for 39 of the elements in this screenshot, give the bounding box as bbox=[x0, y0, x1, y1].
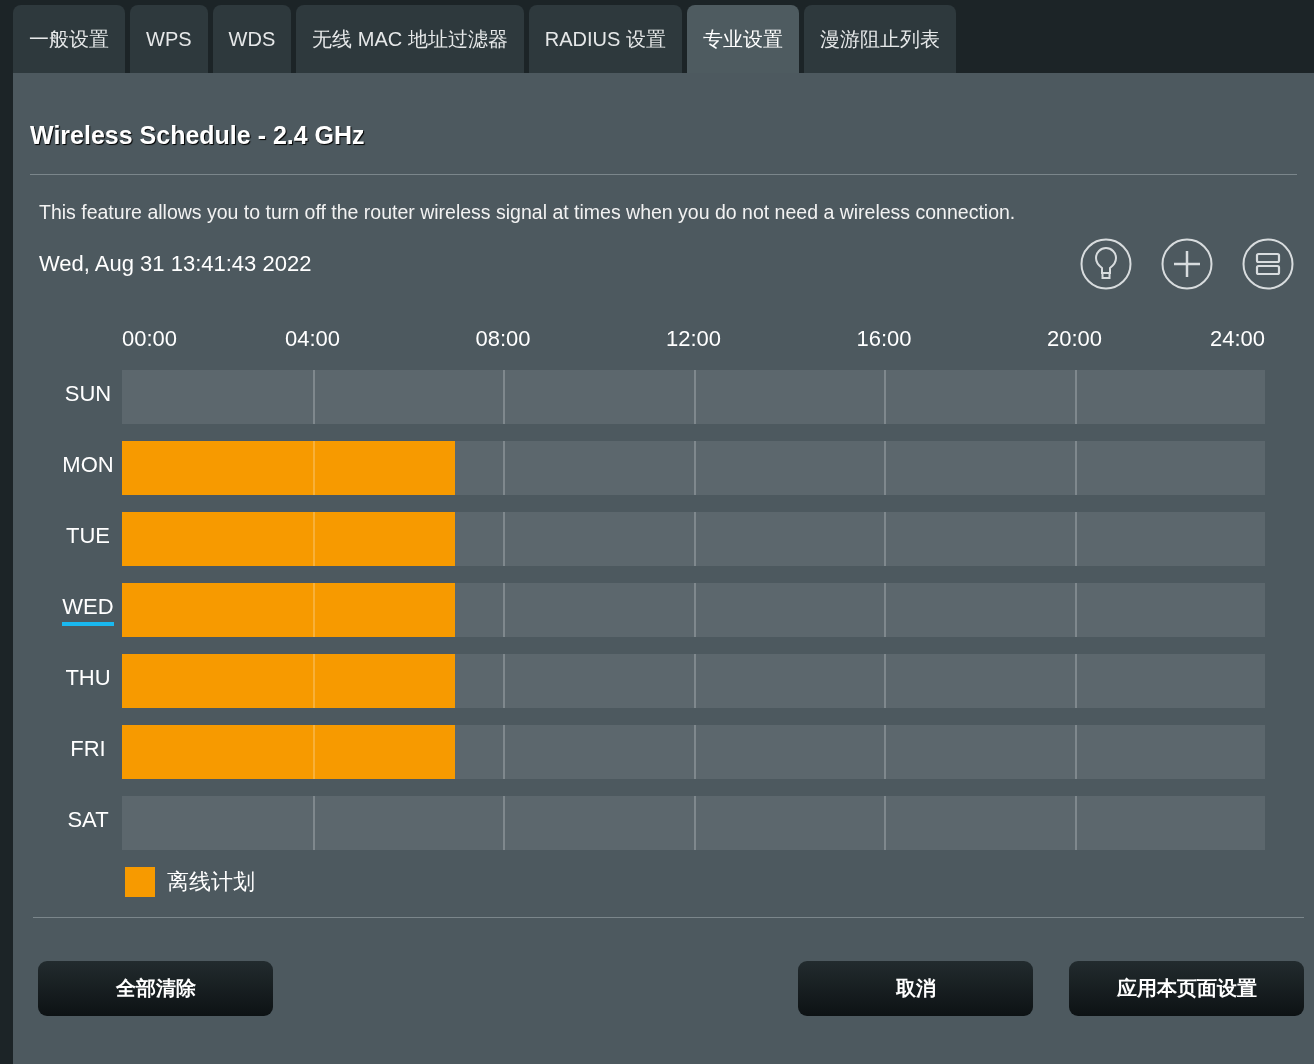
tab[interactable]: RADIUS 设置 bbox=[528, 5, 682, 73]
schedule-track[interactable] bbox=[122, 370, 1265, 424]
day-label: MON bbox=[62, 452, 114, 479]
hour-label: 04:00 bbox=[284, 326, 341, 352]
apply-button[interactable]: 应用本页面设置 bbox=[1069, 961, 1304, 1016]
schedule-track[interactable] bbox=[122, 796, 1265, 850]
day-label: SAT bbox=[67, 807, 109, 834]
tab[interactable]: 一般设置 bbox=[13, 5, 125, 73]
hour-label: 24:00 bbox=[1209, 326, 1265, 352]
hour-label: 20:00 bbox=[1046, 326, 1103, 352]
tab[interactable]: 专业设置 bbox=[686, 5, 799, 73]
schedule-track[interactable] bbox=[122, 654, 1265, 708]
day-label: SUN bbox=[64, 381, 112, 408]
day-label: THU bbox=[65, 665, 111, 692]
tab[interactable]: WDS bbox=[212, 5, 292, 73]
tab[interactable]: 无线 MAC 地址过滤器 bbox=[296, 5, 524, 73]
day-label: WED bbox=[62, 594, 114, 626]
schedule-track[interactable] bbox=[122, 441, 1265, 495]
hour-label: 08:00 bbox=[475, 326, 531, 352]
lightbulb-icon[interactable] bbox=[1080, 238, 1132, 290]
hour-label: 00:00 bbox=[122, 326, 178, 352]
section-title: Wireless Schedule - 2.4 GHz bbox=[30, 120, 366, 151]
legend-label: 离线计划 bbox=[167, 868, 255, 896]
day-label: FRI bbox=[70, 736, 106, 763]
tab[interactable]: 漫游阻止列表 bbox=[803, 5, 956, 73]
cancel-button[interactable]: 取消 bbox=[798, 961, 1033, 1016]
legend-swatch bbox=[125, 867, 155, 897]
add-icon[interactable] bbox=[1161, 238, 1213, 290]
hour-label: 16:00 bbox=[856, 326, 912, 352]
tab[interactable]: WPS bbox=[130, 5, 208, 73]
schedule-track[interactable] bbox=[122, 725, 1265, 779]
date-time-text: Wed, Aug 31 13:41:43 2022 bbox=[39, 251, 312, 277]
hour-label: 12:00 bbox=[665, 326, 722, 352]
schedule-track[interactable] bbox=[122, 512, 1265, 566]
description-text: This feature allows you to turn off the router wireless signal at times when you do not need a wireless connection. bbox=[39, 201, 1017, 224]
day-label: TUE bbox=[66, 523, 110, 550]
clear-all-button[interactable]: 全部清除 bbox=[38, 961, 273, 1016]
list-view-icon[interactable] bbox=[1242, 238, 1294, 290]
schedule-track[interactable] bbox=[122, 583, 1265, 637]
